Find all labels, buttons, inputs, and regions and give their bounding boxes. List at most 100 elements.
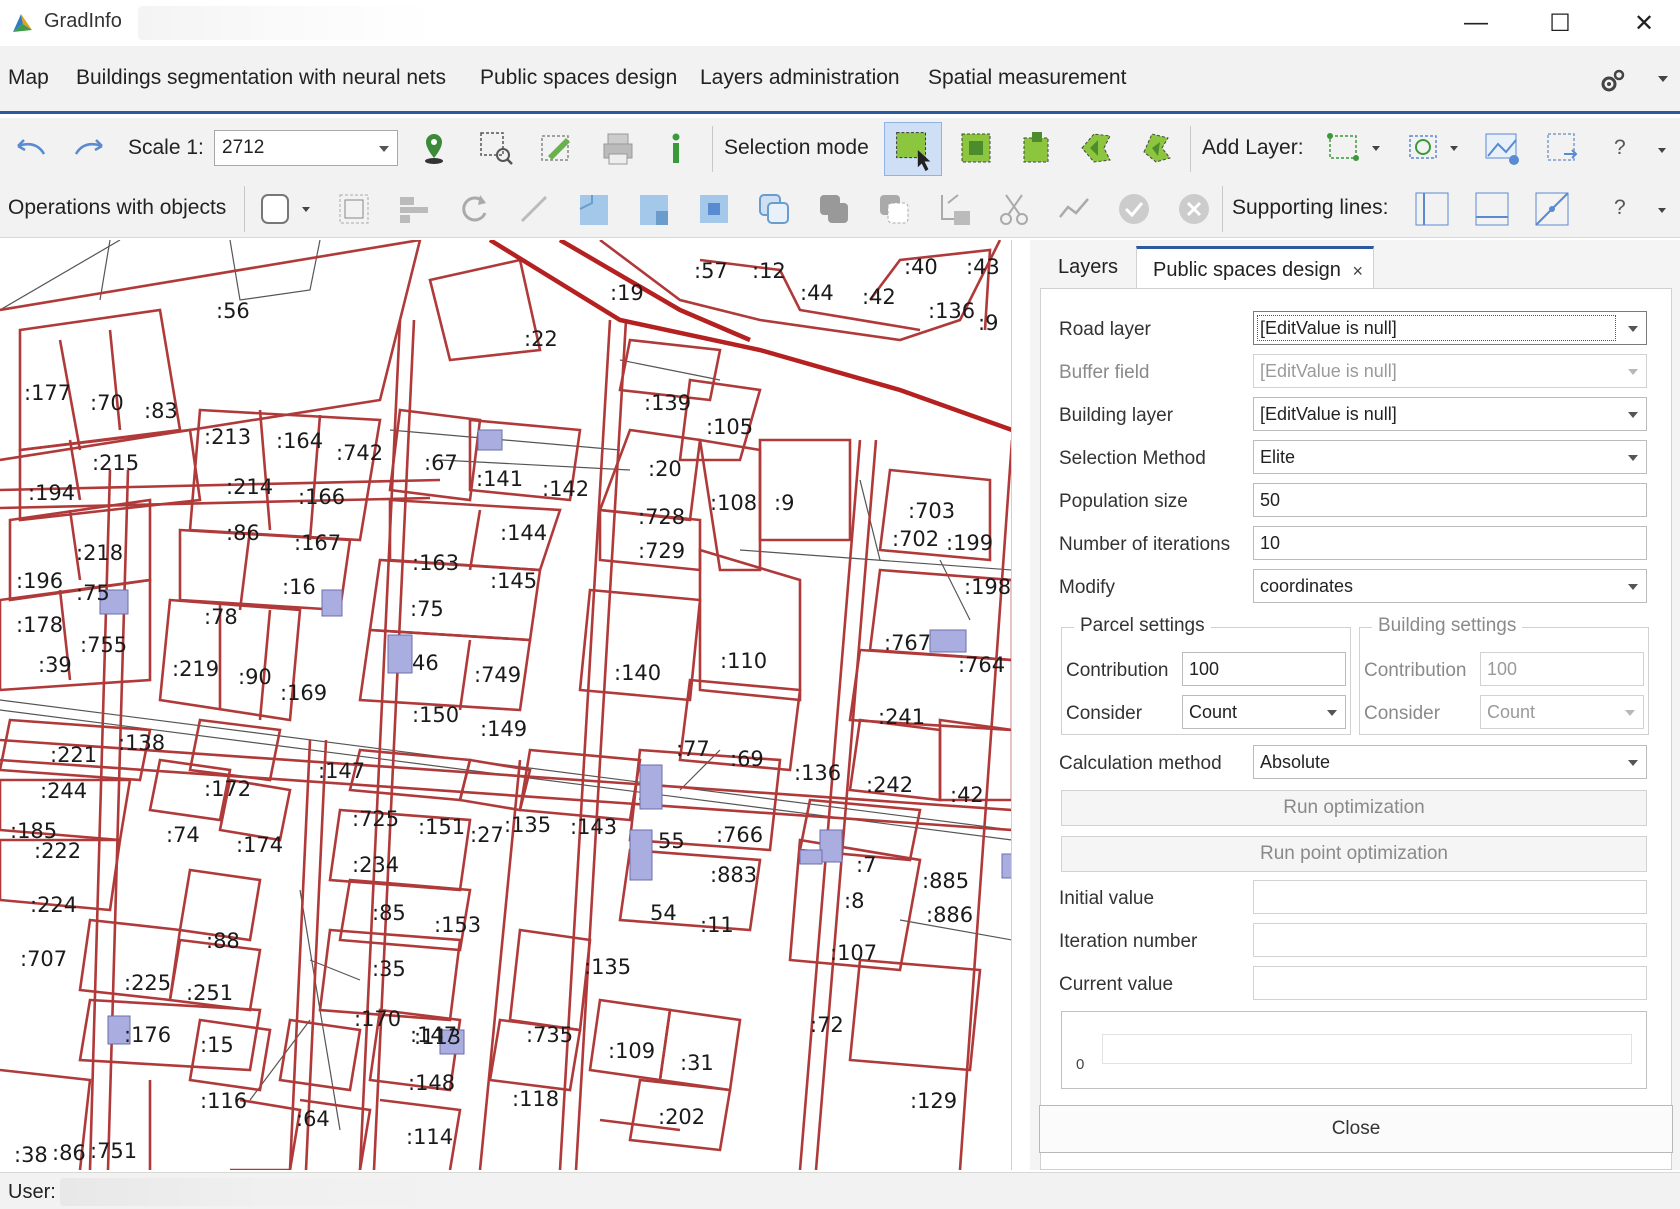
run-optimization-label: Run optimization bbox=[1283, 797, 1425, 818]
cancel-icon[interactable] bbox=[1174, 189, 1214, 229]
parcel-label: :142 bbox=[542, 477, 589, 501]
minimize-button[interactable]: — bbox=[1436, 0, 1516, 46]
menu-spatial-measurement[interactable]: Spatial measurement bbox=[928, 66, 1126, 90]
modify-select[interactable]: coordinates bbox=[1253, 569, 1647, 603]
horizontal-guide-icon[interactable] bbox=[1472, 189, 1512, 229]
menu-overflow-caret-icon[interactable] bbox=[1658, 76, 1668, 82]
building-contribution-input[interactable]: 100 bbox=[1480, 652, 1644, 686]
print-icon[interactable] bbox=[598, 128, 638, 168]
maximize-button[interactable]: ☐ bbox=[1520, 0, 1600, 46]
gears-icon[interactable] bbox=[1598, 66, 1628, 96]
parcel-label: :883 bbox=[710, 863, 757, 887]
add-vector-layer-icon[interactable] bbox=[1324, 128, 1364, 168]
run-point-optimization-button[interactable]: Run point optimization bbox=[1061, 836, 1647, 872]
select-freeform-icon[interactable] bbox=[1136, 128, 1176, 168]
menu-map[interactable]: Map bbox=[8, 66, 49, 90]
parcel-label: :56 bbox=[216, 299, 250, 323]
parcel-label: :143 bbox=[570, 815, 617, 839]
chart-plot-area bbox=[1102, 1034, 1632, 1064]
parcel-consider-select[interactable]: Count bbox=[1182, 695, 1346, 729]
parcel-contribution-label: Contribution bbox=[1066, 660, 1169, 681]
map-canvas[interactable]: :56:22:19:57:12:44:42:40:43:136:9:177:70… bbox=[0, 240, 1012, 1170]
redo-icon[interactable] bbox=[70, 128, 110, 168]
parcel-label: :11 bbox=[700, 913, 734, 937]
iterations-input[interactable]: 10 bbox=[1253, 526, 1647, 560]
chevron-down-icon[interactable] bbox=[1372, 146, 1380, 151]
scissors-icon[interactable] bbox=[994, 189, 1034, 229]
toolbar-overflow-caret-icon[interactable] bbox=[1658, 148, 1666, 153]
public-spaces-form: Road layer [EditValue is null] Buffer fi… bbox=[1039, 288, 1673, 1170]
iterations-label: Number of iterations bbox=[1059, 534, 1231, 555]
copy-object-icon[interactable] bbox=[754, 189, 794, 229]
cut-object-icon[interactable] bbox=[634, 189, 674, 229]
merge-object-icon[interactable] bbox=[694, 189, 734, 229]
parcel-label: :164 bbox=[276, 429, 323, 453]
parcel-label: :174 bbox=[236, 833, 283, 857]
shape-square-icon[interactable] bbox=[256, 189, 296, 229]
select-intersect-icon[interactable] bbox=[1016, 128, 1056, 168]
apply-check-icon[interactable] bbox=[1114, 189, 1154, 229]
menu-layers-administration[interactable]: Layers administration bbox=[700, 66, 900, 90]
vertical-guide-icon[interactable] bbox=[1412, 189, 1452, 229]
menu-public-spaces-design[interactable]: Public spaces design bbox=[480, 66, 677, 90]
buffer-field-select[interactable]: [EditValue is null] bbox=[1253, 354, 1647, 388]
close-tab-icon[interactable]: × bbox=[1352, 261, 1363, 282]
polyline-icon[interactable] bbox=[1054, 189, 1094, 229]
location-pin-icon[interactable] bbox=[414, 128, 454, 168]
building-consider-select[interactable]: Count bbox=[1480, 695, 1644, 729]
align-objects-icon[interactable] bbox=[394, 189, 434, 229]
menu-buildings-segmentation[interactable]: Buildings segmentation with neural nets bbox=[76, 66, 446, 90]
tab-public-spaces-design[interactable]: Public spaces design × bbox=[1136, 246, 1374, 288]
minimize-icon: — bbox=[1464, 9, 1488, 36]
select-polygon-icon[interactable] bbox=[1076, 128, 1116, 168]
run-optimization-button[interactable]: Run optimization bbox=[1061, 790, 1647, 826]
add-raster-layer-icon[interactable] bbox=[1482, 128, 1522, 168]
toolbar-overflow-caret-icon[interactable] bbox=[1658, 208, 1666, 213]
status-bar: User: bbox=[0, 1172, 1680, 1209]
parcel-label: :199 bbox=[946, 531, 993, 555]
select-inside-icon[interactable] bbox=[956, 128, 996, 168]
calculation-method-select[interactable]: Absolute bbox=[1253, 745, 1647, 779]
add-layer-from-selection-icon[interactable] bbox=[1542, 128, 1582, 168]
help-icon[interactable]: ? bbox=[1614, 196, 1626, 220]
building-layer-select[interactable]: [EditValue is null] bbox=[1253, 397, 1647, 431]
tab-layers[interactable]: Layers bbox=[1050, 246, 1132, 288]
refresh-icon[interactable] bbox=[454, 189, 494, 229]
move-object-icon[interactable] bbox=[934, 189, 974, 229]
union-icon[interactable] bbox=[814, 189, 854, 229]
edit-object-icon[interactable] bbox=[536, 128, 576, 168]
current-value-output bbox=[1253, 966, 1647, 1000]
undo-icon[interactable] bbox=[10, 128, 50, 168]
split-object-icon[interactable] bbox=[574, 189, 614, 229]
close-button[interactable]: Close bbox=[1039, 1105, 1673, 1153]
chevron-down-icon[interactable] bbox=[302, 207, 310, 212]
selection-method-select[interactable]: Elite bbox=[1253, 440, 1647, 474]
modify-value: coordinates bbox=[1260, 576, 1354, 596]
chevron-down-icon[interactable] bbox=[1450, 146, 1458, 151]
parcel-label: :22 bbox=[524, 327, 558, 351]
difference-icon[interactable] bbox=[874, 189, 914, 229]
population-size-input[interactable]: 50 bbox=[1253, 483, 1647, 517]
select-mode-pointer-icon[interactable] bbox=[884, 122, 942, 176]
parcel-label: :150 bbox=[412, 703, 459, 727]
parcel-label: :766 bbox=[716, 823, 763, 847]
chevron-down-icon bbox=[1628, 760, 1638, 766]
parcel-label: :145 bbox=[490, 569, 537, 593]
info-icon[interactable] bbox=[656, 128, 696, 168]
scale-combo[interactable]: 2712 bbox=[214, 130, 398, 166]
help-icon[interactable]: ? bbox=[1614, 136, 1626, 160]
user-blurred-value bbox=[60, 1178, 480, 1206]
chevron-down-icon bbox=[1628, 584, 1638, 590]
close-window-button[interactable]: ✕ bbox=[1604, 0, 1680, 46]
toolbar-separator bbox=[244, 186, 245, 232]
diagonal-guide-icon[interactable] bbox=[1532, 189, 1572, 229]
road-layer-select[interactable]: [EditValue is null] bbox=[1253, 311, 1647, 345]
draw-line-icon[interactable] bbox=[514, 189, 554, 229]
zoom-selection-icon[interactable] bbox=[476, 128, 516, 168]
parcel-label: :42 bbox=[950, 783, 984, 807]
parcel-label: :72 bbox=[810, 1013, 844, 1037]
app-logo-icon bbox=[13, 14, 32, 32]
select-all-icon[interactable] bbox=[334, 189, 374, 229]
parcel-contribution-input[interactable]: 100 bbox=[1182, 652, 1346, 686]
add-wms-layer-icon[interactable] bbox=[1404, 128, 1444, 168]
